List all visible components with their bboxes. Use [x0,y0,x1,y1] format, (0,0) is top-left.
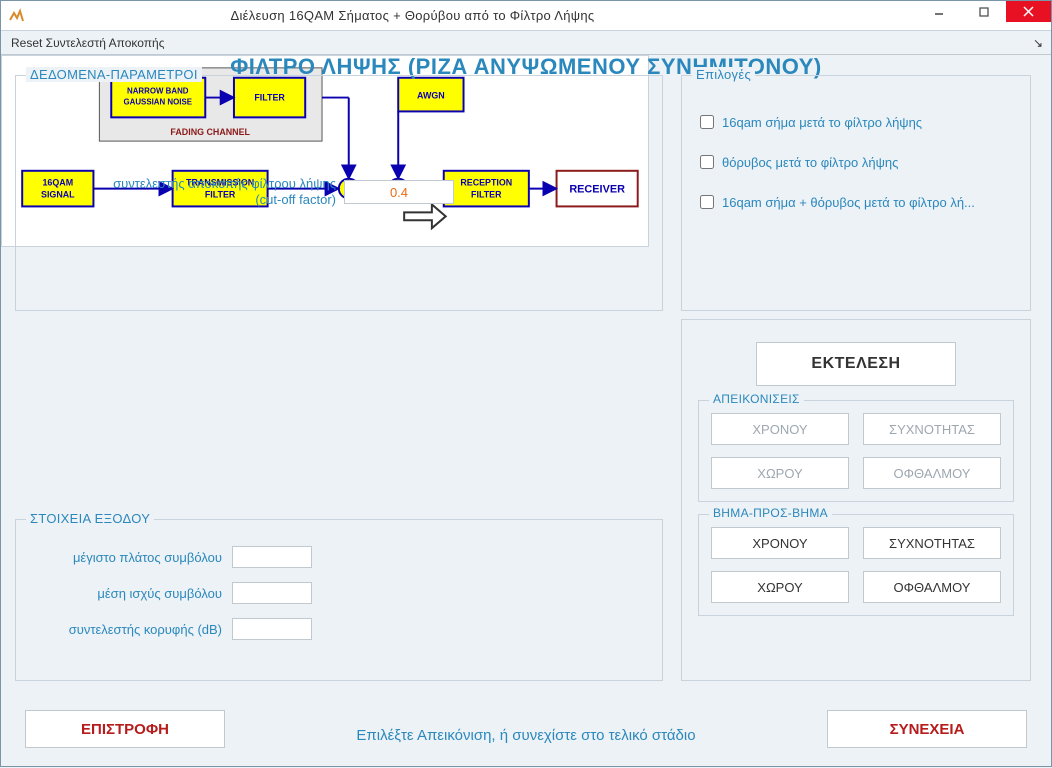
titlebar: Διέλευση 16QAM Σήματος + Θορύβου από το … [1,1,1051,31]
step-freq-button[interactable]: ΣΥΧΝΟΤΗΤΑΣ [863,527,1001,559]
out-label-3: συντελεστής κορυφής (dB) [22,622,222,637]
menu-reset[interactable]: Reset Συντελεστή Αποκοπής [5,34,170,52]
steps-legend: ΒΗΜΑ-ΠΡΟΣ-ΒΗΜΑ [709,506,832,520]
out-field-2[interactable] [232,582,312,604]
step-time-button[interactable]: ΧΡΟΝΟΥ [711,527,849,559]
params-group: ΔΕΔΟΜΕΝΑ-ΠΑΡΑΜΕΤΡΟΙ συντελεστής αποκοπής… [15,75,663,311]
option-2[interactable]: θόρυβος μετά το φίλτρο λήψης [696,152,1016,172]
option-2-checkbox[interactable] [700,155,714,169]
steps-group: ΒΗΜΑ-ΠΡΟΣ-ΒΗΜΑ ΧΡΟΝΟΥ ΣΥΧΝΟΤΗΤΑΣ ΧΩΡΟΥ Ο… [698,514,1014,616]
execute-button[interactable]: ΕΚΤΕΛΕΣΗ [756,342,956,386]
views-legend: ΑΠΕΙΚΟΝΙΣΕΙΣ [709,392,804,406]
out-label-2: μέση ισχύς συμβόλου [22,586,222,601]
continue-button[interactable]: ΣΥΝΕΧΕΙΑ [827,710,1027,748]
window-title: Διέλευση 16QAM Σήματος + Θορύβου από το … [0,8,916,23]
cutoff-input[interactable] [344,180,454,204]
toolbar-dock-icon[interactable]: ↘ [1029,34,1047,52]
menubar: Reset Συντελεστή Αποκοπής ↘ [1,31,1051,55]
options-group: Επιλογές 16qam σήμα μετά το φίλτρο λήψης… [681,75,1031,311]
view-time-button[interactable]: ΧΡΟΝΟΥ [711,413,849,445]
outputs-legend: ΣΤΟΙΧΕΙΑ ΕΞΟΔΟΥ [26,511,154,526]
cutoff-label-line1: συντελεστής αποκοπής φίλτρου λήψης [113,176,336,191]
view-freq-button[interactable]: ΣΥΧΝΟΤΗΤΑΣ [863,413,1001,445]
views-group: ΑΠΕΙΚΟΝΙΣΕΙΣ ΧΡΟΝΟΥ ΣΥΧΝΟΤΗΤΑΣ ΧΩΡΟΥ ΟΦΘ… [698,400,1014,502]
maximize-button[interactable] [961,1,1006,22]
close-button[interactable] [1006,1,1051,22]
cutoff-label-line2: (cut-off factor) [255,192,336,207]
actions-group: ΕΚΤΕΛΕΣΗ ΑΠΕΙΚΟΝΙΣΕΙΣ ΧΡΟΝΟΥ ΣΥΧΝΟΤΗΤΑΣ … [681,319,1031,681]
out-field-1[interactable] [232,546,312,568]
option-3[interactable]: 16qam σήμα + θόρυβος μετά το φίλτρο λή..… [696,192,1016,212]
figure-window: Διέλευση 16QAM Σήματος + Θορύβου από το … [0,0,1052,767]
out-label-1: μέγιστο πλάτος συμβόλου [22,550,222,565]
step-space-button[interactable]: ΧΩΡΟΥ [711,571,849,603]
option-1-checkbox[interactable] [700,115,714,129]
option-3-checkbox[interactable] [700,195,714,209]
step-eye-button[interactable]: ΟΦΘΑΛΜΟΥ [863,571,1001,603]
params-legend: ΔΕΔΟΜΕΝΑ-ΠΑΡΑΜΕΤΡΟΙ [26,67,202,82]
outputs-group: ΣΤΟΙΧΕΙΑ ΕΞΟΔΟΥ μέγιστο πλάτος συμβόλου … [15,519,663,681]
out-field-3[interactable] [232,618,312,640]
view-eye-button[interactable]: ΟΦΘΑΛΜΟΥ [863,457,1001,489]
option-1[interactable]: 16qam σήμα μετά το φίλτρο λήψης [696,112,1016,132]
options-legend: Επιλογές [692,67,755,82]
minimize-button[interactable] [916,1,961,22]
view-space-button[interactable]: ΧΩΡΟΥ [711,457,849,489]
